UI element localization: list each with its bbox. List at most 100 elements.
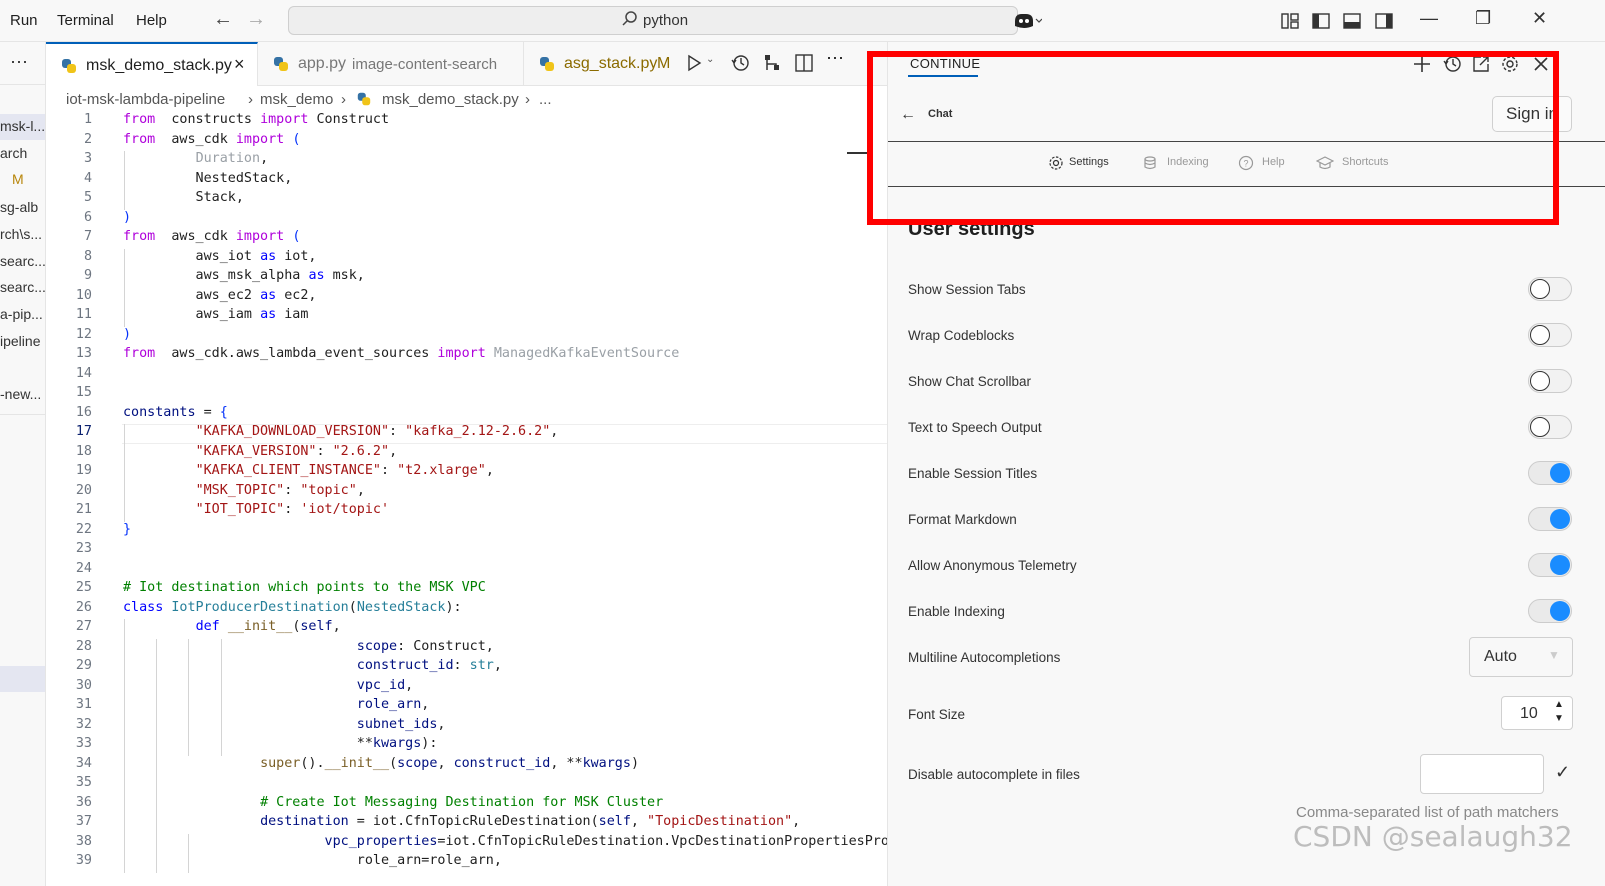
code-line[interactable]: 12) — [46, 327, 887, 347]
code-text: construct_id: str, — [356, 658, 502, 673]
code-line[interactable]: 13 from aws_cdk.aws_lambda_event_sources … — [46, 346, 887, 366]
code-line[interactable]: 31 role_arn, — [46, 697, 887, 717]
code-line[interactable]: 19 "KAFKA_CLIENT_INSTANCE": "t2.xlarge", — [46, 463, 887, 483]
split-editor-icon[interactable] — [793, 52, 815, 74]
font-size-stepper[interactable]: 10 ▲ ▼ — [1501, 696, 1573, 730]
code-text: NestedStack, — [123, 170, 293, 186]
toggle-switch[interactable] — [1528, 277, 1572, 301]
code-line[interactable]: 28 scope: Construct, — [46, 639, 887, 659]
code-line[interactable]: 3 Duration, — [46, 151, 887, 171]
toggle-switch[interactable] — [1528, 415, 1572, 439]
forward-icon[interactable]: → — [246, 8, 266, 31]
breadcrumb-item[interactable]: msk_demo — [260, 91, 333, 108]
code-line[interactable]: 30 vpc_id, — [46, 678, 887, 698]
toggle-primary-sidebar-icon[interactable] — [1311, 11, 1331, 31]
explorer-item[interactable]: rch\s... — [0, 226, 42, 242]
spin-up-icon[interactable]: ▲ — [1554, 699, 1564, 710]
menu-run[interactable]: Run — [10, 12, 38, 29]
code-line[interactable]: 34 super().__init__(scope, construct_id,… — [46, 756, 887, 776]
toggle-panel-icon[interactable] — [1342, 11, 1362, 31]
code-line[interactable]: 21 "IOT_TOPIC": 'iot/topic' — [46, 502, 887, 522]
code-line[interactable]: 37 destination = iot.CfnTopicRuleDestina… — [46, 814, 887, 834]
code-line[interactable]: 24 — [46, 561, 887, 581]
code-editor[interactable]: 1 from constructs import Construct 2 from a… — [46, 112, 887, 886]
explorer-item[interactable]: a-pip... — [0, 306, 43, 322]
code-line[interactable]: 35 — [46, 775, 887, 795]
timeline-icon[interactable] — [729, 52, 751, 74]
breadcrumb-item[interactable]: ... — [539, 91, 552, 108]
menu-help[interactable]: Help — [136, 12, 167, 29]
code-line[interactable]: 10 aws_ec2 as ec2, — [46, 288, 887, 308]
code-line[interactable]: 16 constants = { — [46, 405, 887, 425]
code-line[interactable]: 17 "KAFKA_DOWNLOAD_VERSION": "kafka_2.12… — [46, 424, 887, 444]
explorer-item[interactable]: searc... — [0, 279, 45, 295]
source-control-icon[interactable] — [761, 52, 783, 74]
setting-label: Show Session Tabs — [908, 282, 1026, 297]
close-window-icon[interactable]: ✕ — [1532, 8, 1547, 29]
line-number: 10 — [75, 287, 92, 303]
explorer-item[interactable]: arch — [0, 145, 27, 161]
more-actions-icon[interactable]: ⋯ — [10, 52, 28, 73]
code-line[interactable]: 8 aws_iot as iot, — [46, 249, 887, 269]
breadcrumb-item[interactable]: iot-msk-lambda-pipeline — [66, 91, 225, 108]
more-actions-icon[interactable]: ⋯ — [826, 48, 848, 70]
code-line[interactable]: 5 Stack, — [46, 190, 887, 210]
tab-app-py[interactable]: app.py image-content-search — [258, 42, 524, 86]
code-line[interactable]: 2 from aws_cdk import ( — [46, 132, 887, 152]
breadcrumb-item[interactable]: msk_demo_stack.py — [382, 91, 519, 108]
check-icon[interactable]: ✓ — [1555, 762, 1570, 783]
code-text: super().__init__(scope, construct_id, **… — [260, 755, 639, 771]
code-line[interactable]: 36 # Create Iot Messaging Destination fo… — [46, 795, 887, 815]
minimize-icon[interactable]: — — [1420, 8, 1438, 29]
code-line[interactable]: 7 from aws_cdk import ( — [46, 229, 887, 249]
code-line[interactable]: 29 construct_id: str, — [46, 658, 887, 678]
close-tab-icon[interactable]: × — [234, 54, 245, 75]
code-line[interactable]: 20 "MSK_TOPIC": "topic", — [46, 483, 887, 503]
spin-down-icon[interactable]: ▼ — [1554, 713, 1564, 724]
explorer-item[interactable]: searc... — [0, 253, 45, 269]
code-line[interactable]: 11 aws_iam as iam — [46, 307, 887, 327]
code-line[interactable]: 26 class IotProducerDestination(NestedSta… — [46, 600, 887, 620]
disable-autocomplete-input[interactable] — [1420, 754, 1544, 794]
explorer-item[interactable]: msk-l... — [0, 118, 45, 134]
code-line[interactable]: 9 aws_msk_alpha as msk, — [46, 268, 887, 288]
toggle-switch[interactable] — [1528, 323, 1572, 347]
multiline-autocompletions-select[interactable]: Auto ▼ — [1469, 637, 1573, 677]
code-line[interactable]: 39 role_arn=role_arn, — [46, 853, 887, 873]
code-line[interactable]: 4 NestedStack, — [46, 171, 887, 191]
back-icon[interactable]: ← — [213, 8, 233, 31]
code-line[interactable]: 33 **kwargs): — [46, 736, 887, 756]
run-icon[interactable] — [683, 52, 705, 74]
menu-terminal[interactable]: Terminal — [57, 12, 114, 29]
code-line[interactable]: 18 "KAFKA_VERSION": "2.6.2", — [46, 444, 887, 464]
code-line[interactable]: 32 subnet_ids, — [46, 717, 887, 737]
code-line[interactable]: 23 — [46, 541, 887, 561]
code-line[interactable]: 27 def __init__(self, — [46, 619, 887, 639]
code-line[interactable]: 14 — [46, 366, 887, 386]
customize-layout-icon[interactable] — [1280, 11, 1300, 31]
command-center-search[interactable]: python — [288, 6, 1018, 35]
toggle-switch[interactable] — [1528, 553, 1572, 577]
code-line[interactable]: 25 # Iot destination which points to the … — [46, 580, 887, 600]
run-dropdown-icon[interactable]: ⌄ — [706, 54, 728, 76]
code-line[interactable]: 15 — [46, 385, 887, 405]
maximize-icon[interactable]: ❐ — [1475, 8, 1491, 29]
chevron-right-icon: › — [248, 91, 253, 108]
explorer-item[interactable]: ipeline — [0, 333, 40, 349]
indent-guide — [156, 638, 158, 756]
tab-asg-stack[interactable]: asg_stack.py M — [524, 42, 682, 86]
code-line[interactable]: 38 vpc_properties=iot.CfnTopicRuleDestin… — [46, 834, 887, 854]
toggle-switch[interactable] — [1528, 599, 1572, 623]
code-line[interactable]: 6) — [46, 210, 887, 230]
toggle-switch[interactable] — [1528, 369, 1572, 393]
tab-msk-demo-stack[interactable]: msk_demo_stack.py × — [46, 42, 258, 86]
toggle-switch[interactable] — [1528, 461, 1572, 485]
code-line[interactable]: 22} — [46, 522, 887, 542]
code-text: "KAFKA_VERSION": "2.6.2", — [195, 443, 398, 459]
code-line[interactable]: 1 from constructs import Construct — [46, 112, 887, 132]
explorer-item[interactable]: -new... — [0, 386, 41, 402]
toggle-switch[interactable] — [1528, 507, 1572, 531]
explorer-item[interactable]: sg-alb — [0, 199, 38, 215]
toggle-secondary-sidebar-icon[interactable] — [1374, 11, 1394, 31]
copilot-icon[interactable] — [1012, 11, 1042, 31]
